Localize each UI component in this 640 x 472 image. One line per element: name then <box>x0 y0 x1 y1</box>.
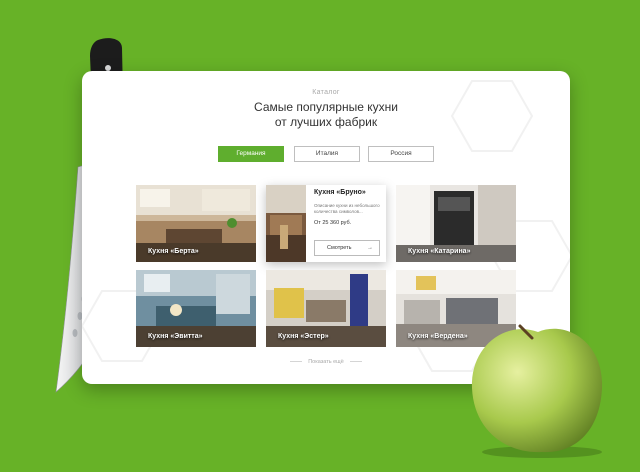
kitchen-card-berta[interactable]: Кухня «Берта» <box>136 185 256 262</box>
kitchen-label: Кухня «Эвитта» <box>148 333 203 340</box>
kitchen-price: От 25 360 руб. <box>314 220 352 226</box>
title-line-1: Самые популярные кухни <box>254 100 398 114</box>
page-title: Самые популярные кухни от лучших фабрик <box>82 100 570 130</box>
kitchen-card-bruno[interactable]: Кухня «Бруно» Описание кухни из небольшо… <box>266 185 386 262</box>
kitchen-title: Кухня «Бруно» <box>314 189 366 196</box>
view-button-label: Смотреть <box>327 245 352 251</box>
tab-russia[interactable]: Россия <box>368 146 434 162</box>
kitchen-label: Кухня «Эстер» <box>278 333 329 340</box>
kitchen-photo-bruno <box>266 185 306 262</box>
divider-left <box>290 361 303 363</box>
green-apple-illustration <box>471 324 603 458</box>
divider-right <box>349 361 362 363</box>
kitchen-label: Кухня «Катарина» <box>408 248 471 255</box>
show-more-label: Показать ещё <box>308 359 344 365</box>
kitchen-label: Кухня «Берта» <box>148 248 199 255</box>
kitchen-label: Кухня «Вердена» <box>408 333 468 340</box>
kitchen-info: Кухня «Бруно» Описание кухни из небольшо… <box>314 189 384 226</box>
kitchen-description: Описание кухни из небольшого количества … <box>314 203 380 214</box>
kitchen-card-ester[interactable]: Кухня «Эстер» <box>266 270 386 347</box>
country-tabs: Германия Италия Россия <box>82 146 570 162</box>
kitchen-card-katarina[interactable]: Кухня «Катарина» <box>396 185 516 262</box>
view-button[interactable]: Смотреть → <box>314 240 380 256</box>
title-line-2: от лучших фабрик <box>274 115 378 129</box>
arrow-right-icon: → <box>367 245 373 251</box>
tab-germany[interactable]: Германия <box>218 146 284 162</box>
kitchen-card-evitta[interactable]: Кухня «Эвитта» <box>136 270 256 347</box>
tab-italy[interactable]: Италия <box>294 146 360 162</box>
section-eyebrow: Каталог <box>312 89 340 96</box>
